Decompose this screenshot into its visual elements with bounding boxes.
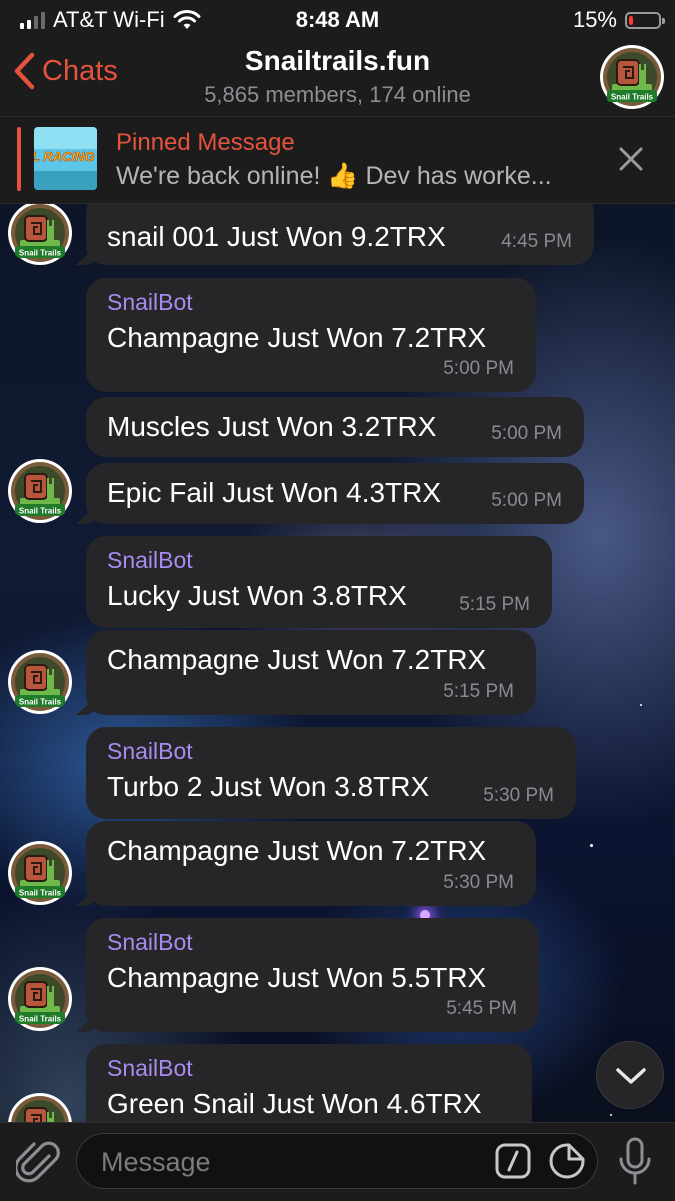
logo-text: Snail Trails <box>19 507 62 516</box>
message-bubble[interactable]: SnailBot Green Snail Just Won 4.6TRX <box>86 1044 532 1122</box>
pinned-thumbnail-text: L RACING <box>34 149 95 164</box>
message-bubble[interactable]: Champagne Just Won 7.2TRX 5:15 PM <box>86 630 536 715</box>
message-time: 5:45 PM <box>446 998 517 1019</box>
snailbot-avatar[interactable]: Snail Trails <box>7 1092 73 1122</box>
chat-subtitle: 5,865 members, 174 online <box>204 82 471 107</box>
message-bubble[interactable]: Muscles Just Won 3.2TRX 5:00 PM <box>86 397 584 457</box>
message-time: 5:15 PM <box>459 594 530 615</box>
snailbot-avatar[interactable]: Snail Trails <box>7 649 73 715</box>
pinned-message-bar[interactable]: L RACING Pinned Message We're back onlin… <box>0 117 675 204</box>
status-right: 15% <box>572 7 665 33</box>
microphone-button[interactable] <box>618 1137 652 1187</box>
chevron-down-icon <box>616 1068 646 1084</box>
snailbot-avatar[interactable]: Snail Trails <box>7 966 73 1032</box>
close-pinned-button[interactable] <box>613 141 649 177</box>
sender-name: SnailBot <box>107 738 193 764</box>
battery-percent: 15% <box>572 7 617 32</box>
pinned-thumbnail: L RACING <box>34 127 97 190</box>
chat-message-list[interactable]: snail 001 Just Won 9.2TRX 4:45 PM Snail … <box>0 204 675 1122</box>
sticker-button[interactable] <box>549 1143 585 1179</box>
sender-name: SnailBot <box>107 547 193 573</box>
pinned-preview-text: We're back online! 👍 Dev has worke... <box>116 162 552 190</box>
logo-text: Snail Trails <box>19 889 62 898</box>
message-bubble[interactable]: Champagne Just Won 7.2TRX 5:30 PM <box>86 821 536 906</box>
message-input[interactable] <box>99 1141 483 1183</box>
message-time: 5:00 PM <box>491 490 562 511</box>
snail-trails-logo-icon: Snail Trails <box>600 45 664 109</box>
sender-name: SnailBot <box>107 929 193 955</box>
chat-header: Chats Snailtrails.fun 5,865 members, 174… <box>0 38 675 117</box>
message-time: 4:45 PM <box>501 231 572 252</box>
message-bubble[interactable]: SnailBot Champagne Just Won 5.5TRX 5:45 … <box>86 918 539 1032</box>
attach-button[interactable] <box>16 1138 60 1186</box>
message-bubble[interactable]: SnailBot Champagne Just Won 7.2TRX 5:00 … <box>86 278 536 392</box>
message-input-bar <box>0 1122 675 1201</box>
sender-name: SnailBot <box>107 1055 193 1081</box>
bot-commands-button[interactable] <box>495 1143 531 1179</box>
logo-text: Snail Trails <box>19 698 62 707</box>
scroll-to-bottom-button[interactable] <box>596 1041 664 1109</box>
close-icon <box>619 147 643 171</box>
snailbot-avatar[interactable]: Snail Trails <box>7 204 73 266</box>
sender-name: SnailBot <box>107 289 193 315</box>
message-time: 5:15 PM <box>443 681 514 702</box>
group-avatar[interactable]: Snail Trails <box>599 44 665 115</box>
message-time: 5:00 PM <box>443 358 514 379</box>
message-time: 5:00 PM <box>491 423 562 444</box>
message-text: Green Snail Just Won 4.6TRX <box>107 1088 482 1119</box>
message-bubble[interactable]: snail 001 Just Won 9.2TRX 4:45 PM <box>86 204 594 265</box>
message-text: Champagne Just Won 5.5TRX <box>107 962 487 993</box>
message-field[interactable] <box>76 1133 598 1189</box>
battery-icon <box>625 11 665 29</box>
message-text: Champagne Just Won 7.2TRX <box>107 644 487 675</box>
chat-title[interactable]: Snailtrails.fun <box>0 45 675 77</box>
snailbot-avatar[interactable]: Snail Trails <box>7 840 73 906</box>
message-text: Champagne Just Won 7.2TRX <box>107 835 487 866</box>
snailbot-avatar[interactable]: Snail Trails <box>7 458 73 524</box>
pinned-accent-bar <box>17 127 21 191</box>
battery-level <box>629 15 633 25</box>
message-time: 5:30 PM <box>483 785 554 806</box>
message-bubble[interactable]: Epic Fail Just Won 4.3TRX 5:00 PM <box>86 463 584 524</box>
message-bubble[interactable]: SnailBot Turbo 2 Just Won 3.8TRX 5:30 PM <box>86 727 576 819</box>
message-time: 5:30 PM <box>443 872 514 893</box>
status-bar: AT&T Wi-Fi 8:48 AM 15% <box>0 0 675 38</box>
message-bubble[interactable]: SnailBot Lucky Just Won 3.8TRX 5:15 PM <box>86 536 552 628</box>
logo-text: Snail Trails <box>19 1015 62 1024</box>
logo-text: Snail Trails <box>19 249 62 258</box>
pinned-title: Pinned Message <box>116 129 295 156</box>
logo-text: Snail Trails <box>611 93 654 102</box>
message-text: Champagne Just Won 7.2TRX <box>107 322 487 353</box>
